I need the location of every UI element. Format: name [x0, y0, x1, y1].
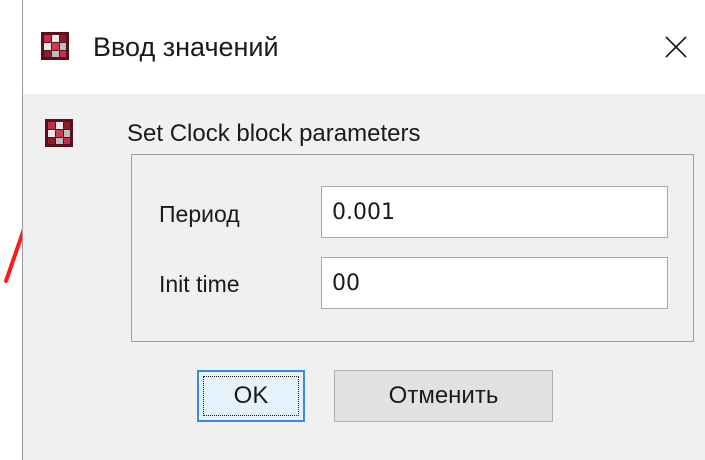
period-input[interactable]: [321, 186, 668, 238]
screenshot-stage: Ввод значений Set Clock block parameters…: [0, 0, 705, 460]
cancel-button[interactable]: Отменить: [334, 370, 553, 422]
init-time-input[interactable]: [321, 257, 668, 309]
ok-button-label: OK: [233, 382, 269, 409]
title-bar[interactable]: Ввод значений: [23, 0, 705, 94]
window-title: Ввод значений: [93, 32, 279, 62]
parameters-group: Период Init time: [131, 154, 694, 342]
dialog-heading: Set Clock block parameters: [127, 120, 421, 147]
cancel-button-label: Отменить: [388, 382, 499, 409]
close-button[interactable]: [651, 22, 701, 72]
app-icon: [41, 32, 69, 60]
period-label: Период: [159, 201, 240, 227]
init-time-label: Init time: [159, 271, 240, 297]
close-icon: [665, 36, 687, 58]
ok-button[interactable]: OK: [197, 370, 305, 422]
dialog-window: Ввод значений Set Clock block parameters…: [22, 0, 705, 460]
dialog-icon: [45, 119, 73, 147]
